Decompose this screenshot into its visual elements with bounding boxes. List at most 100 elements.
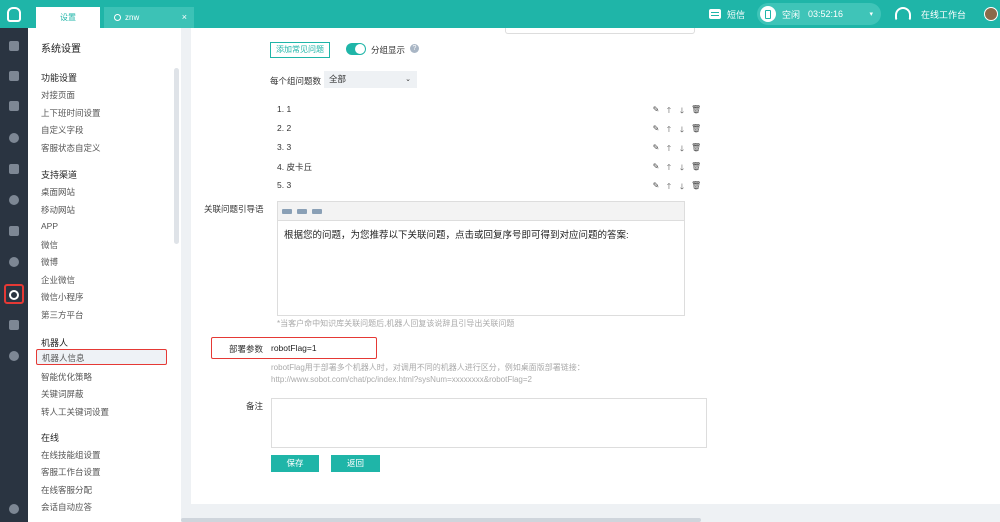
menu-item[interactable]: 在线技能组设置 [41, 449, 101, 461]
menu-item[interactable]: 会话自动应答 [41, 501, 92, 513]
save-button[interactable]: 保存 [271, 455, 319, 472]
arrow-down-icon[interactable]: 🡓 [678, 124, 686, 138]
search-icon[interactable] [9, 257, 19, 267]
menu-item[interactable]: 智能优化策略 [41, 371, 92, 383]
home-icon[interactable] [9, 41, 19, 51]
arrow-up-icon[interactable]: 🡑 [665, 143, 673, 157]
tab-znw[interactable]: znw × [104, 7, 194, 28]
sms-button[interactable]: 短信 [708, 8, 745, 21]
status-label: 空闲 [781, 9, 800, 20]
html-icon[interactable] [282, 208, 292, 214]
phone-icon[interactable] [9, 133, 19, 143]
menu-item[interactable]: 对接页面 [41, 89, 75, 101]
deploy-example-link: http://www.sobot.com/chat/pc/index.html?… [271, 375, 532, 384]
arrow-down-icon[interactable]: 🡓 [678, 162, 686, 176]
arrow-up-icon[interactable]: 🡑 [665, 105, 673, 119]
tab-label: znw [125, 13, 140, 22]
tab-settings[interactable]: 设置 [36, 7, 100, 28]
group-display-toggle[interactable] [346, 43, 366, 55]
menu-item[interactable]: 企业微信 [41, 274, 75, 286]
logo-icon[interactable] [0, 0, 28, 28]
chat-icon[interactable] [9, 164, 19, 174]
keyboard-icon[interactable] [297, 208, 307, 214]
apps-icon[interactable] [9, 71, 19, 81]
menu-item[interactable]: 上下班时间设置 [41, 107, 101, 119]
menu-item[interactable]: 关键词屏蔽 [41, 388, 84, 400]
eraser-icon[interactable] [312, 208, 322, 214]
settings-menu: 系统设置 功能设置 对接页面 上下班时间设置 自定义字段 客服状态自定义 支持渠… [28, 28, 181, 522]
menu-item[interactable]: 移动网站 [41, 204, 75, 216]
menu-item[interactable]: 微信小程序 [41, 291, 84, 303]
deploy-label: 部署参数 [229, 344, 264, 354]
tab-label: 设置 [60, 13, 76, 22]
icon-rail [0, 28, 28, 522]
user-icon[interactable] [9, 195, 19, 205]
chevron-down-icon: ⌄ [405, 76, 411, 83]
related-hint: *当客户命中知识库关联问题后,机器人回复该说辞且引导出关联问题 [277, 319, 515, 328]
monitor-icon[interactable] [9, 320, 19, 330]
question-actions: ✎ 🡑 🡓 🗑 [652, 143, 702, 157]
menu-item[interactable]: 在线客服分配 [41, 484, 92, 496]
menu-item[interactable]: 微信 [41, 239, 58, 251]
edit-icon[interactable]: ✎ [652, 162, 660, 176]
input-field[interactable] [505, 28, 695, 34]
menu-item[interactable]: 桌面网站 [41, 186, 75, 198]
page-footer [181, 504, 1000, 522]
gear-icon[interactable] [9, 290, 19, 300]
close-icon[interactable]: × [182, 12, 187, 22]
trash-icon[interactable]: 🗑 [691, 124, 701, 138]
menu-item[interactable]: 客服状态自定义 [41, 142, 101, 154]
remark-label: 备注 [246, 401, 264, 411]
document-icon[interactable] [9, 101, 19, 111]
menu-item[interactable]: 客服工作台设置 [41, 466, 101, 478]
arrow-down-icon[interactable]: 🡓 [678, 143, 686, 157]
deploy-value: robotFlag=1 [271, 343, 317, 353]
edit-icon[interactable]: ✎ [652, 143, 660, 157]
edit-icon[interactable]: ✎ [652, 181, 660, 195]
arrow-up-icon[interactable]: 🡑 [665, 124, 673, 138]
menu-item[interactable]: APP [41, 221, 58, 231]
help-icon[interactable]: ? [410, 44, 419, 53]
trash-icon[interactable]: 🗑 [691, 143, 701, 157]
menu-item[interactable]: 第三方平台 [41, 309, 84, 321]
trash-icon[interactable]: 🗑 [691, 181, 701, 195]
edit-icon[interactable]: ✎ [652, 105, 660, 119]
edit-icon[interactable]: ✎ [652, 124, 660, 138]
avatar[interactable] [984, 7, 998, 21]
info-icon[interactable] [9, 351, 19, 361]
stats-icon[interactable] [9, 226, 19, 236]
back-button[interactable]: 返回 [331, 455, 380, 472]
trash-icon[interactable]: 🗑 [691, 105, 701, 119]
arrow-down-icon[interactable]: 🡓 [678, 105, 686, 119]
menu-scrollbar[interactable] [174, 68, 179, 244]
add-faq-button[interactable]: 添加常见问题 [270, 42, 330, 58]
menu-item[interactable]: 微博 [41, 256, 58, 268]
question-item: 3. 3 [277, 142, 292, 152]
chevron-down-icon: ▾ [869, 11, 873, 18]
user-icon [114, 14, 121, 21]
trash-icon[interactable]: 🗑 [691, 162, 701, 176]
question-actions: ✎ 🡑 🡓 🗑 [652, 181, 702, 195]
related-text[interactable]: 根据您的问题，为您推荐以下关联问题，点击或回复序号即可得到对应问题的答案: [278, 221, 684, 247]
related-label: 关联问题引导语 [204, 204, 264, 214]
arrow-up-icon[interactable]: 🡑 [665, 181, 673, 195]
menu-item[interactable]: 转人工关键词设置 [41, 406, 109, 418]
question-item: 4. 皮卡丘 [277, 162, 312, 172]
menu-item[interactable]: 自定义字段 [41, 124, 84, 136]
per-group-select[interactable]: 全部 ⌄ [324, 71, 417, 88]
menu-item-robot-info[interactable]: 机器人信息 [36, 349, 167, 365]
section-title: 机器人 [41, 338, 69, 348]
status-dropdown[interactable]: 空闲 03:52:16 ▾ [756, 3, 881, 25]
arrow-down-icon[interactable]: 🡓 [678, 181, 686, 195]
editor-toolbar [278, 202, 684, 221]
section-title: 支持渠道 [41, 170, 78, 180]
arrow-up-icon[interactable]: 🡑 [665, 162, 673, 176]
horizontal-scrollbar[interactable] [181, 518, 701, 522]
section-title: 在线 [41, 433, 60, 443]
workbench-link[interactable]: 在线工作台 [921, 8, 966, 21]
per-group-label: 每个组问题数 [270, 76, 322, 86]
related-editor[interactable]: 根据您的问题，为您推荐以下关联问题，点击或回复序号即可得到对应问题的答案: [277, 201, 685, 316]
message-icon [708, 9, 721, 19]
remark-textarea[interactable] [271, 398, 707, 448]
bell-icon[interactable] [9, 504, 19, 514]
